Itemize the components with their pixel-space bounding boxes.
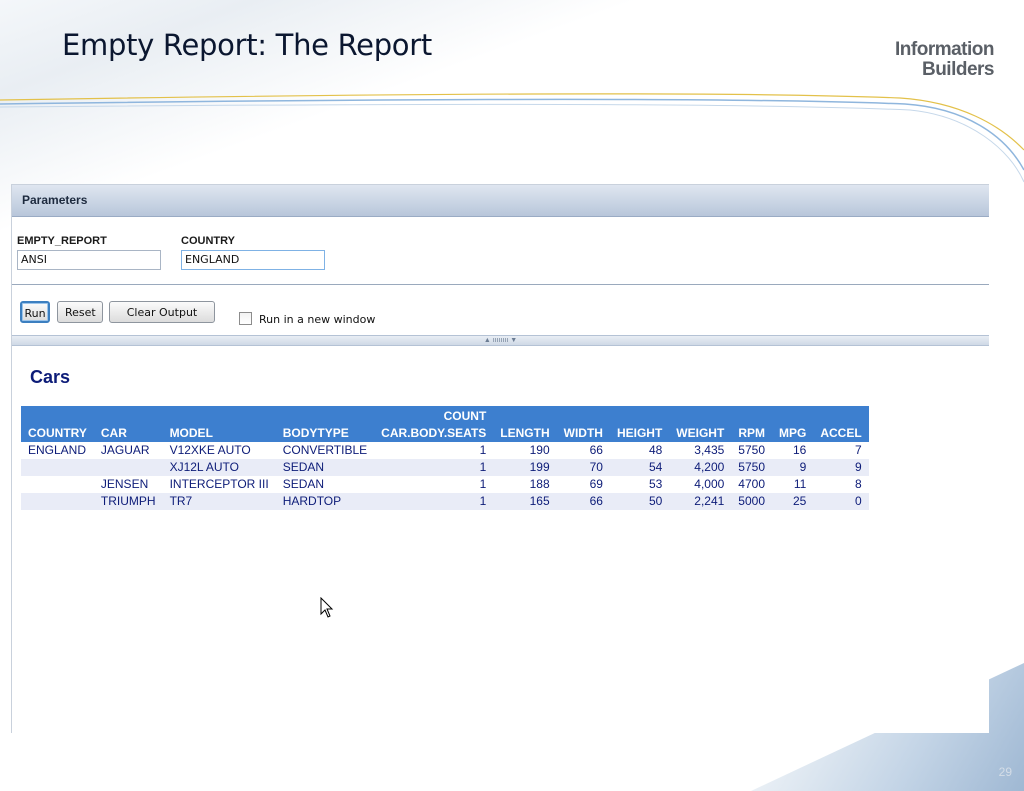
new-window-label: Run in a new window — [259, 313, 376, 326]
cell-rpm: 5750 — [731, 459, 772, 476]
header-spacer — [21, 406, 375, 425]
col-header-country: COUNTRY — [21, 425, 94, 442]
cell-bodytype: SEDAN — [282, 477, 325, 491]
param-label-empty-report: EMPTY_REPORT — [17, 235, 107, 247]
cell-rpm: 4700 — [738, 477, 765, 491]
empty-report-input[interactable]: ANSI — [17, 250, 161, 270]
cell-rpm: 5000 — [731, 493, 772, 510]
param-country: COUNTRY ENGLAND — [181, 235, 325, 270]
run-button[interactable]: Run — [20, 301, 50, 323]
mouse-pointer-icon — [320, 597, 334, 618]
cell-weight: 4,200 — [669, 459, 732, 476]
slide-title: Empty Report: The Report — [62, 28, 432, 62]
cell-height: 53 — [648, 477, 663, 491]
table-header-row: COUNTRY CAR MODEL BODYTYPE CAR.BODY.SEAT… — [21, 425, 869, 442]
cell-mpg: 11 — [793, 477, 807, 491]
col-header-weight: WEIGHT — [669, 425, 732, 442]
cell-seats: 1 — [374, 493, 494, 510]
report-application-window: Parameters EMPTY_REPORT ANSI COUNTRY ENG… — [11, 184, 989, 733]
cell-seats: 1 — [479, 443, 487, 457]
cell-country — [21, 476, 94, 493]
cell-length: 188 — [529, 477, 550, 491]
cell-weight: 3,435 — [694, 443, 725, 457]
splitter-handle-icon: ▲ ıııııııı ▼ — [483, 337, 518, 344]
cell-mpg: 9 — [772, 459, 814, 476]
new-window-checkbox[interactable] — [239, 312, 252, 325]
information-builders-logo: Information Builders — [895, 39, 995, 80]
clear-output-button[interactable]: Clear Output — [109, 301, 215, 323]
col-header-accel: ACCEL — [813, 425, 869, 442]
col-header-length: LENGTH — [493, 425, 557, 442]
col-header-model: MODEL — [162, 425, 276, 442]
col-header-height: HEIGHT — [609, 425, 670, 442]
cell-height: 48 — [648, 443, 663, 457]
table-header-group-row: COUNT — [21, 406, 869, 425]
param-label-country: COUNTRY — [181, 235, 235, 247]
col-header-mpg: MPG — [772, 425, 814, 442]
header-group-count: COUNT — [374, 406, 494, 425]
report-table: COUNT COUNTRY CAR MODEL BODYTYPE CAR.BOD… — [21, 406, 869, 510]
cell-length: 165 — [493, 493, 557, 510]
table-row: XJ12L AUTO SEDAN 1 199 70 54 4,200 5750 … — [21, 459, 869, 476]
cell-country: ENGLAND — [28, 443, 87, 457]
cell-weight: 2,241 — [669, 493, 732, 510]
cell-width: 69 — [589, 477, 603, 491]
table-row: ENGLAND JAGUAR V12XKE AUTO CONVERTIBLE 1… — [21, 442, 869, 459]
cell-height: 54 — [609, 459, 670, 476]
run-in-new-window-option[interactable]: Run in a new window — [239, 312, 375, 326]
cell-height: 50 — [609, 493, 670, 510]
cell-model: TR7 — [162, 493, 276, 510]
cell-mpg: 16 — [792, 443, 807, 457]
panel-splitter[interactable]: ▲ ıııııııı ▼ — [12, 335, 989, 346]
cell-country — [21, 493, 94, 510]
cell-width: 66 — [589, 443, 603, 457]
param-empty-report: EMPTY_REPORT ANSI — [17, 235, 161, 270]
table-row: TRIUMPH TR7 HARDTOP 1 165 66 50 2,241 50… — [21, 493, 869, 510]
cell-bodytype: CONVERTIBLE — [282, 443, 368, 457]
parameters-header: Parameters — [12, 185, 989, 217]
cell-mpg: 25 — [772, 493, 814, 510]
decorative-swoosh-lines — [0, 93, 1024, 183]
page-number: 29 — [998, 765, 1012, 779]
col-header-car: CAR — [93, 425, 163, 442]
col-header-seats: CAR.BODY.SEATS — [374, 425, 494, 442]
col-header-width: WIDTH — [556, 425, 610, 442]
col-header-rpm: RPM — [731, 425, 772, 442]
cell-country — [21, 459, 94, 476]
reset-button[interactable]: Reset — [57, 301, 103, 323]
cell-length: 199 — [493, 459, 557, 476]
cell-accel: 8 — [855, 477, 862, 491]
col-header-bodytype: BODYTYPE — [275, 425, 375, 442]
logo-line-1: Information — [895, 39, 995, 60]
cell-car — [93, 459, 163, 476]
cell-bodytype: SEDAN — [275, 459, 375, 476]
country-input[interactable]: ENGLAND — [181, 250, 325, 270]
cell-accel: 9 — [813, 459, 869, 476]
cell-model: XJ12L AUTO — [162, 459, 276, 476]
cell-seats: 1 — [479, 477, 487, 491]
cell-weight: 4,000 — [694, 477, 725, 491]
cell-car: JAGUAR — [100, 443, 150, 457]
logo-line-2: Builders — [921, 59, 995, 80]
cell-accel: 7 — [855, 443, 862, 457]
table-row: JENSEN INTERCEPTOR III SEDAN 1 188 69 53… — [21, 476, 869, 493]
cell-width: 66 — [556, 493, 610, 510]
cell-seats: 1 — [374, 459, 494, 476]
report-title: Cars — [30, 367, 71, 387]
parameters-divider — [12, 284, 989, 285]
cell-width: 70 — [556, 459, 610, 476]
cell-car: JENSEN — [100, 477, 149, 491]
cell-car: TRIUMPH — [93, 493, 163, 510]
cell-model: INTERCEPTOR III — [169, 477, 269, 491]
header-spacer — [493, 406, 869, 425]
cell-model: V12XKE AUTO — [169, 443, 251, 457]
cell-rpm: 5750 — [738, 443, 765, 457]
cell-length: 190 — [529, 443, 550, 457]
cell-bodytype: HARDTOP — [275, 493, 375, 510]
cell-accel: 0 — [813, 493, 869, 510]
